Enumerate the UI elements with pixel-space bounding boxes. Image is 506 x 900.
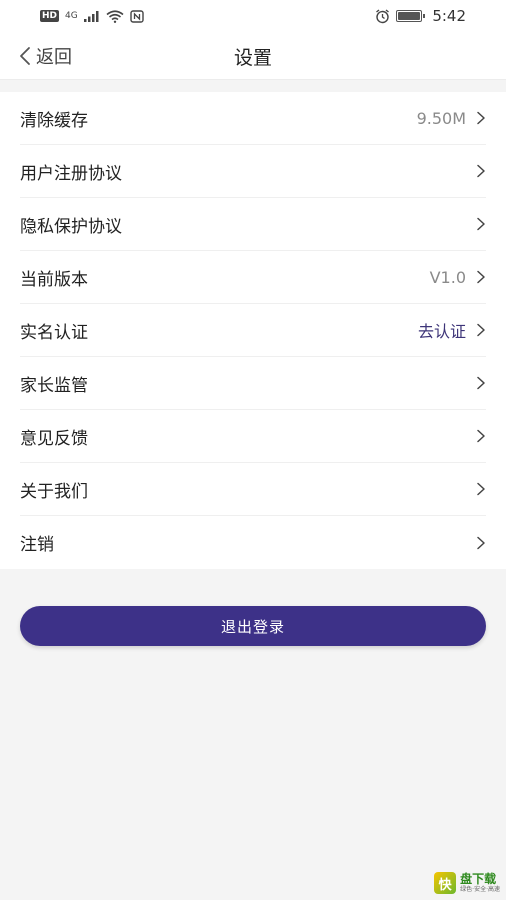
settings-item-real-name-auth[interactable]: 实名认证 去认证	[20, 304, 486, 357]
cache-size-value: 9.50M	[416, 108, 466, 128]
watermark-logo: 快 盘下载 绿色·安全·高速	[434, 872, 500, 894]
alarm-icon	[376, 8, 390, 23]
chevron-left-icon	[20, 47, 30, 65]
settings-item-deactivate-account[interactable]: 注销	[20, 516, 486, 569]
settings-item-label: 用户注册协议	[20, 163, 122, 184]
wifi-icon	[106, 9, 124, 23]
network-type-label: 4G	[65, 10, 78, 21]
chevron-right-icon	[477, 111, 485, 125]
settings-item-label: 关于我们	[20, 481, 88, 502]
settings-item-parental-control[interactable]: 家长监管	[20, 357, 486, 410]
chevron-right-icon	[477, 270, 485, 284]
chevron-right-icon	[477, 217, 485, 231]
back-button[interactable]: 返回	[18, 32, 72, 80]
settings-item-label: 家长监管	[20, 375, 88, 396]
chevron-right-icon	[477, 164, 485, 178]
settings-item-label: 意见反馈	[20, 428, 88, 449]
settings-item-privacy-policy[interactable]: 隐私保护协议	[20, 198, 486, 251]
hd-icon: HD	[40, 10, 60, 22]
settings-item-label: 清除缓存	[20, 110, 88, 131]
page-title: 设置	[233, 46, 272, 69]
settings-item-about-us[interactable]: 关于我们	[20, 463, 486, 516]
status-bar-left: HD 4G	[40, 9, 144, 23]
settings-item-user-agreement[interactable]: 用户注册协议	[20, 145, 486, 198]
settings-item-label: 注销	[20, 535, 54, 555]
logout-button[interactable]: 退出登录	[20, 606, 486, 646]
chevron-right-icon	[477, 376, 485, 390]
settings-item-label: 实名认证	[20, 322, 88, 343]
version-value: V1.0	[429, 267, 466, 287]
chevron-right-icon	[477, 323, 485, 337]
nav-bar: 返回 设置	[0, 32, 506, 80]
settings-item-current-version[interactable]: 当前版本 V1.0	[20, 251, 486, 304]
settings-list: 清除缓存 9.50M 用户注册协议 隐私保护协议 当前版本 V1.0 实名认证 …	[0, 92, 506, 569]
signal-icon	[83, 11, 99, 22]
chevron-right-icon	[477, 429, 485, 443]
watermark-text: 盘下载 绿色·安全·高速	[460, 873, 500, 893]
settings-item-feedback[interactable]: 意见反馈	[20, 410, 486, 463]
nfc-icon	[130, 9, 144, 23]
kuai-logo-icon: 快	[434, 872, 457, 894]
watermark-subtitle: 绿色·安全·高速	[460, 886, 500, 893]
battery-icon	[396, 10, 426, 22]
chevron-right-icon	[477, 536, 485, 549]
status-time: 5:42	[432, 7, 466, 25]
verify-status-value: 去认证	[417, 322, 466, 341]
status-bar-right: 5:42	[375, 7, 466, 25]
settings-item-label: 隐私保护协议	[20, 216, 122, 237]
back-label: 返回	[36, 47, 72, 68]
watermark-title: 盘下载	[460, 872, 497, 886]
settings-item-clear-cache[interactable]: 清除缓存 9.50M	[20, 92, 486, 145]
status-bar: HD 4G 5:42	[0, 0, 506, 32]
chevron-right-icon	[477, 482, 485, 496]
settings-item-label: 当前版本	[20, 269, 88, 290]
